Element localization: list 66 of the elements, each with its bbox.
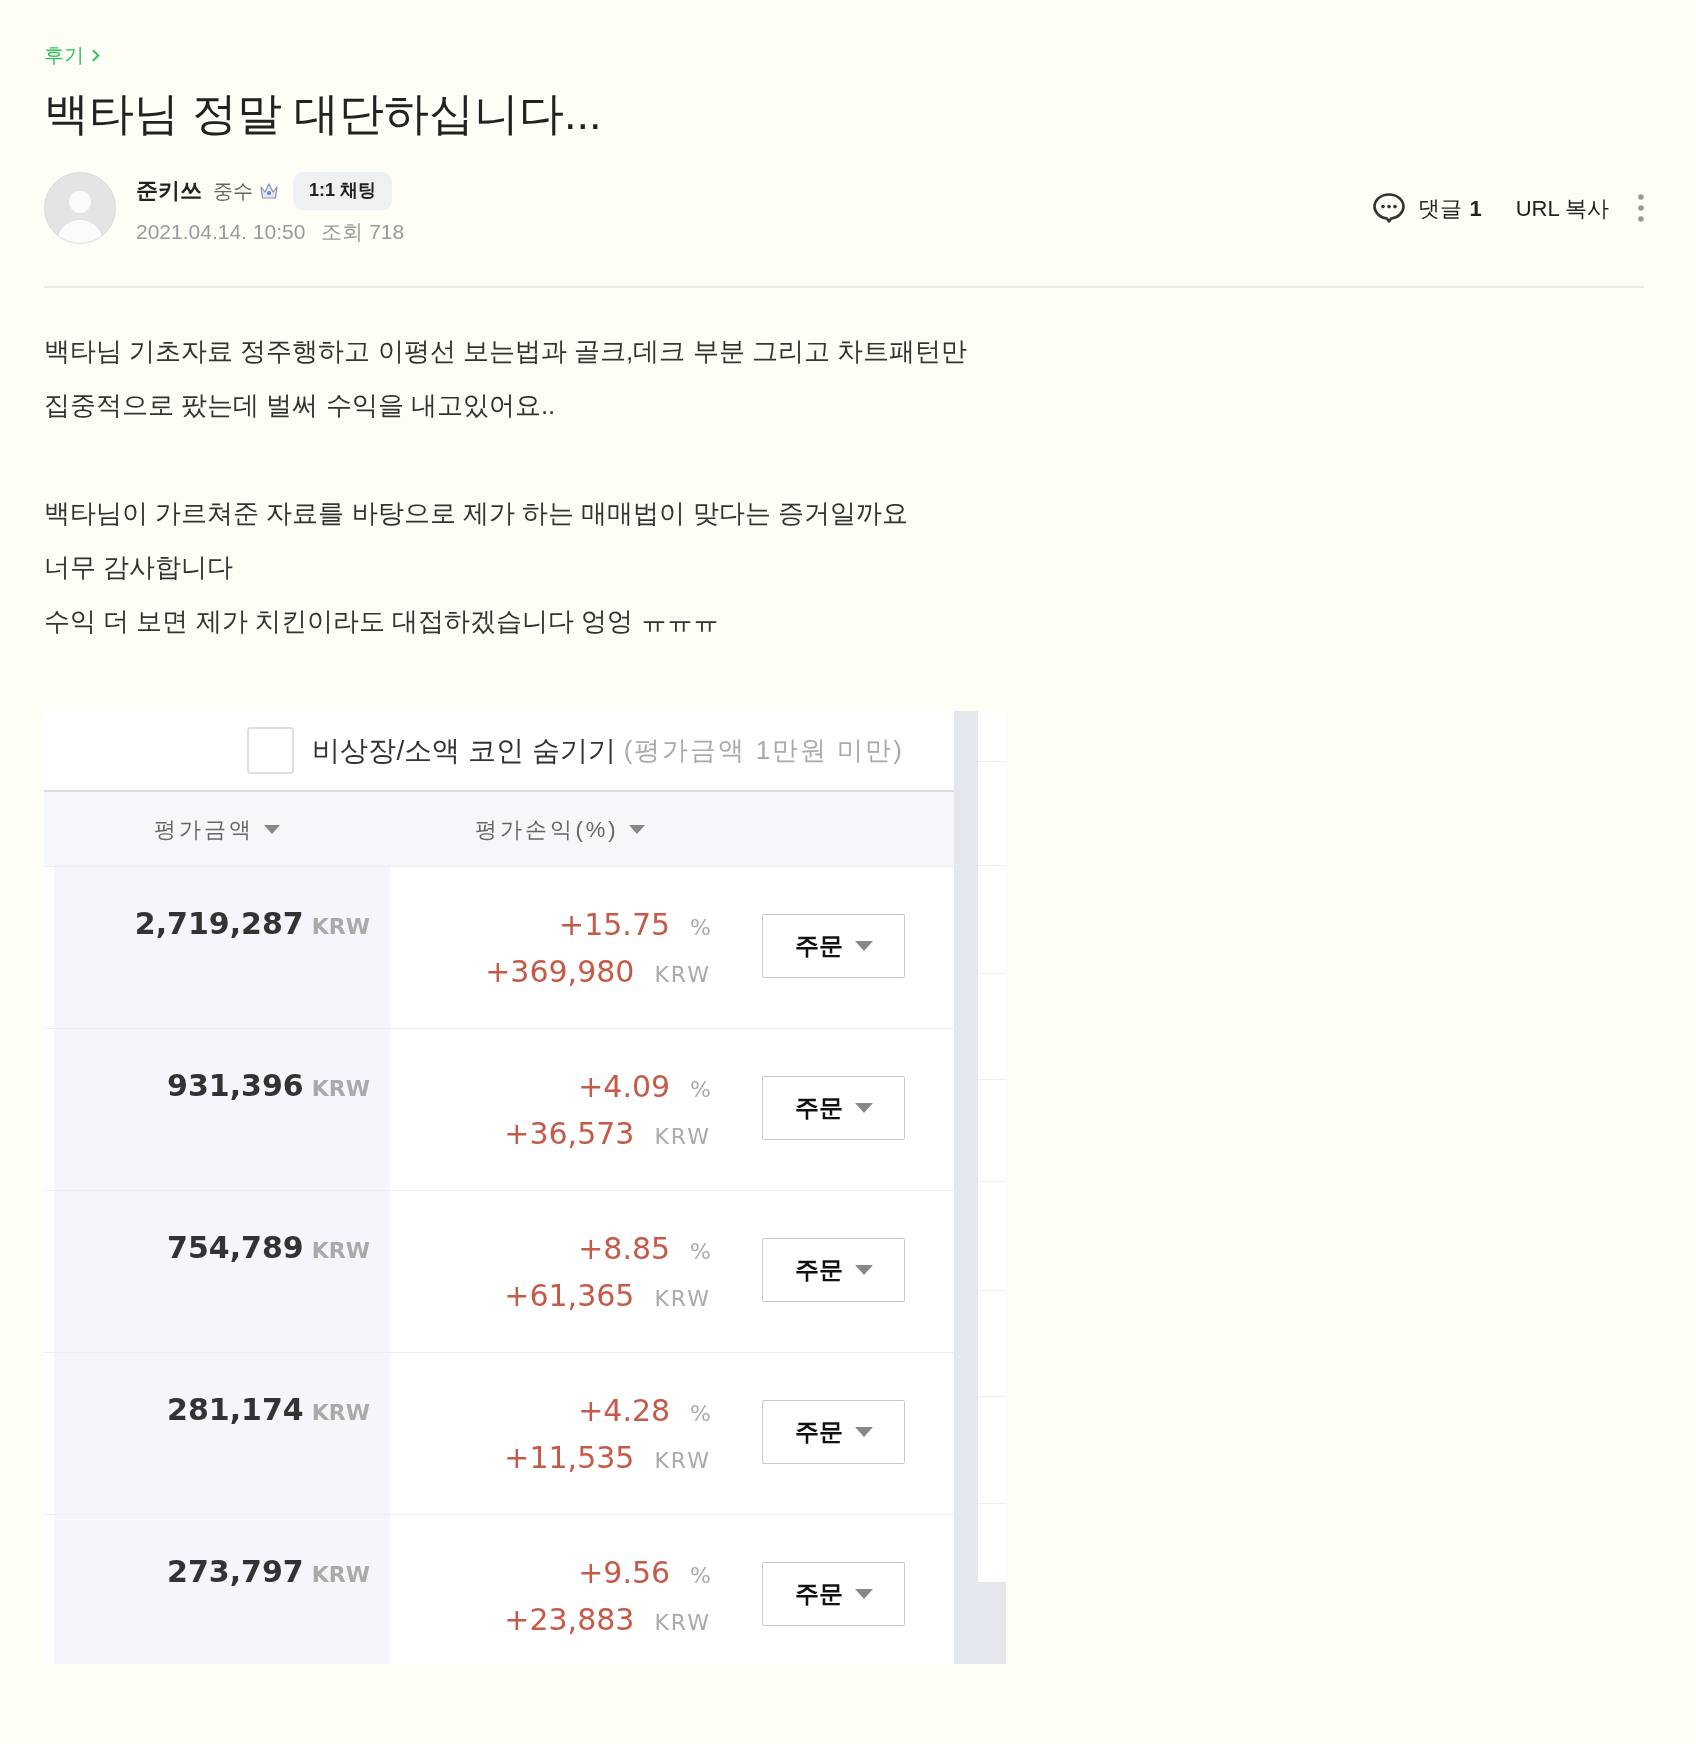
caret-icon [854,1265,873,1275]
currency-unit: KRW [311,1237,370,1265]
body-text-line: 백타님이 가르쳐준 자료를 바탕으로 제가 하는 매매법이 맞다는 증거일까요 [44,497,908,530]
body-text-line: 너무 감사합니다 [44,551,234,584]
member-rank: 중수 [213,178,253,204]
caret-icon [854,1427,873,1437]
percent-unit: % [690,1238,711,1266]
order-button[interactable]: 주문 [762,1076,905,1140]
body-text-line: 수익 더 보면 제가 치킨이라도 대접하겠습니다 엉엉 ㅠㅠㅠ [44,605,719,638]
order-button[interactable]: 주문 [762,1400,905,1464]
amount-value: 281,174 [167,1391,304,1429]
order-button[interactable]: 주문 [762,1238,905,1302]
currency-unit: KRW [654,961,711,989]
currency-unit: KRW [654,1123,711,1151]
profit-amount: +11,535 [504,1439,635,1477]
percent-unit: % [690,914,711,942]
caret-icon [854,1589,873,1599]
currency-unit: KRW [654,1285,711,1313]
profit-rate: +8.85 [578,1230,671,1268]
post-title: 백타님 정말 대단하십니다... [44,87,602,141]
currency-unit: KRW [654,1609,711,1637]
column-header[interactable]: 평가손익(%) [475,812,645,846]
body-text-line: 집중적으로 팠는데 벌써 수익을 내고있어요.. [44,389,556,422]
post-date: 2021.04.14. 10:50 [136,218,306,245]
sort-caret-icon [628,824,645,834]
profit-rate: +15.75 [559,906,671,944]
more-options-icon[interactable] [1638,194,1644,222]
caret-icon [854,1103,873,1113]
copy-url-link[interactable]: URL 복사 [1515,191,1609,225]
currency-unit: KRW [311,1075,370,1103]
amount-value: 754,789 [167,1229,304,1267]
comment-icon [1372,192,1407,224]
checkbox[interactable] [247,727,295,774]
profit-amount: +23,883 [504,1601,635,1639]
currency-unit: KRW [311,1399,370,1427]
order-button[interactable]: 주문 [762,914,905,978]
filter-note: (평가금액 1만원 미만) [623,734,904,767]
percent-unit: % [690,1400,711,1428]
profit-amount: +36,573 [504,1115,635,1153]
caret-icon [854,941,873,951]
currency-unit: KRW [311,913,370,941]
chevron-right-icon [91,47,100,63]
profit-rate: +4.09 [578,1068,671,1106]
profit-rate: +4.28 [578,1392,671,1430]
currency-unit: KRW [654,1447,711,1475]
amount-value: 2,719,287 [134,905,304,943]
crown-icon [259,181,279,200]
filter-label: 비상장/소액 코인 숨기기 [312,733,616,768]
currency-unit: KRW [311,1561,370,1589]
comments-link[interactable]: 댓글 1 [1372,191,1482,225]
body-text-line: 백타님 기초자료 정주행하고 이평선 보는법과 골크,데크 부분 그리고 차트패턴만 [44,335,967,368]
order-button[interactable]: 주문 [762,1562,905,1626]
percent-unit: % [690,1076,711,1104]
column-header[interactable]: 평가금액 [154,812,280,846]
profit-amount: +369,980 [485,953,635,991]
amount-value: 273,797 [167,1553,304,1591]
scrollbar[interactable] [954,711,978,1664]
avatar [44,172,116,244]
view-count: 조회 718 [321,218,405,245]
profit-rate: +9.56 [578,1554,671,1592]
profit-amount: +61,365 [504,1277,635,1315]
author-name[interactable]: 준키쓰 [136,174,202,207]
chat-button[interactable]: 1:1 채팅 [293,171,393,210]
percent-unit: % [690,1562,711,1590]
amount-value: 931,396 [167,1067,304,1105]
sort-caret-icon [264,824,280,834]
